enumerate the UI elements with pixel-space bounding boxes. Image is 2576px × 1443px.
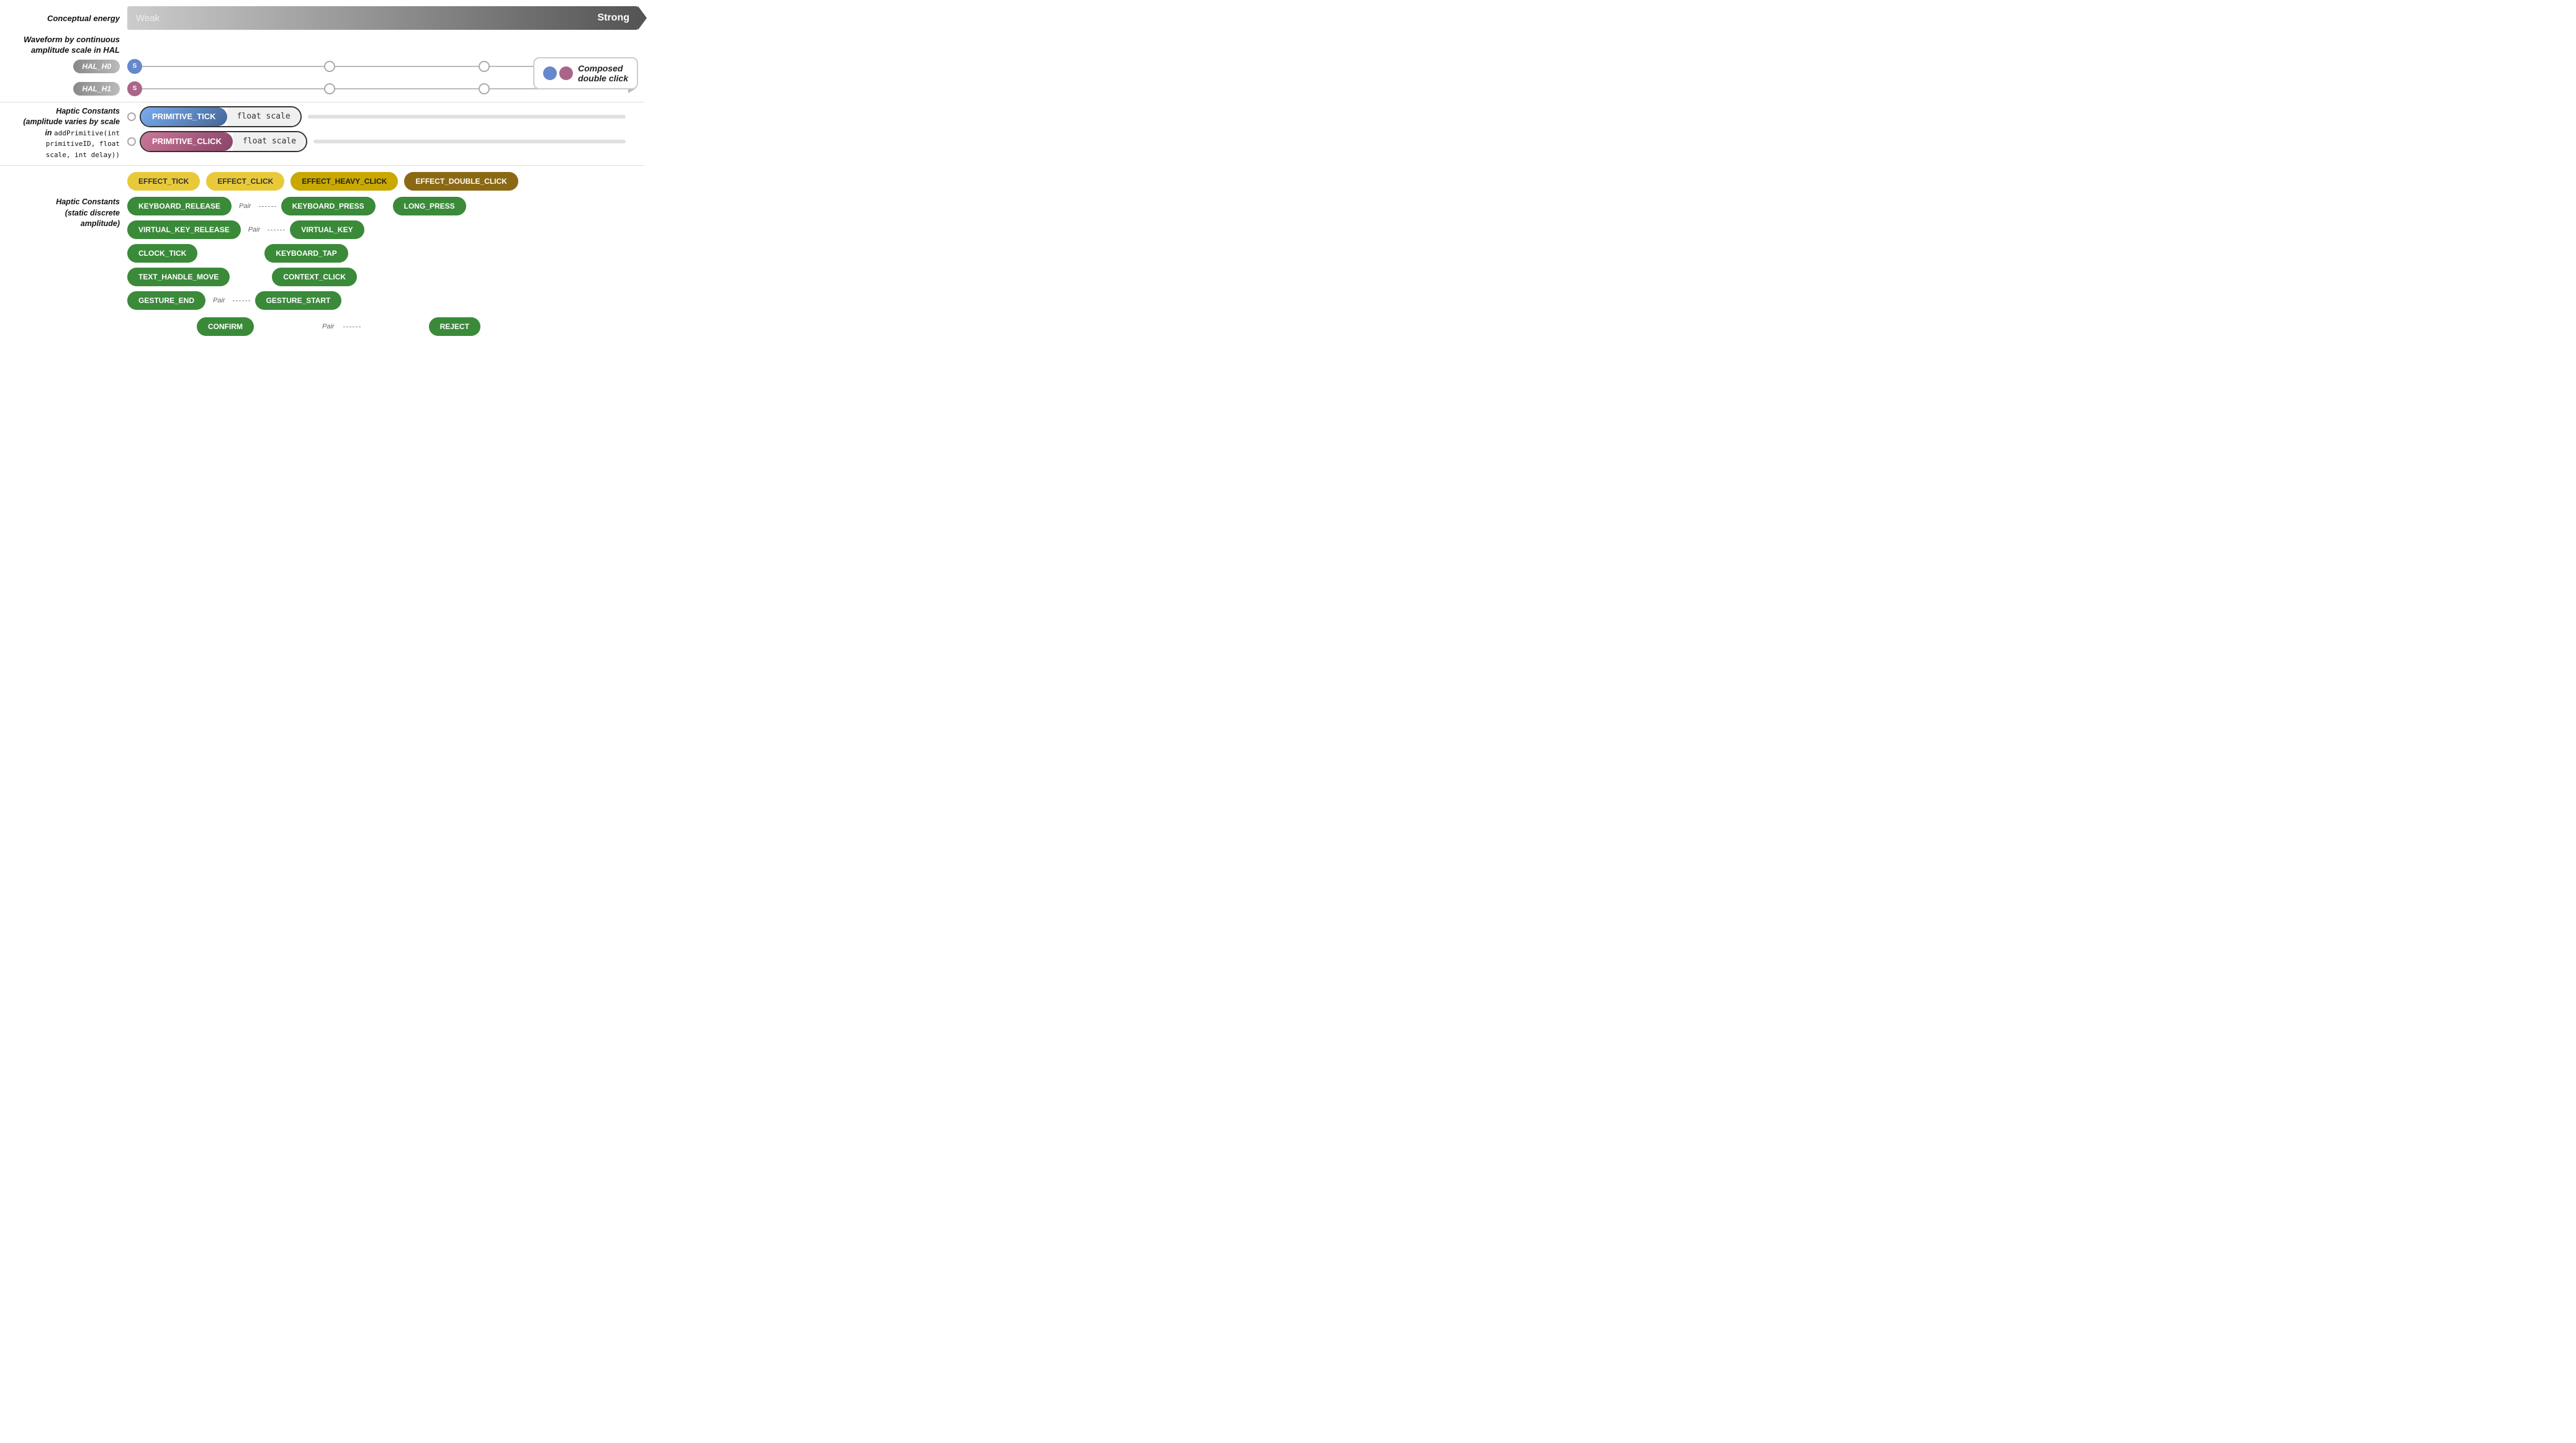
weak-label: Weak xyxy=(136,13,160,24)
haptic-discrete-content: EFFECT_TICK EFFECT_CLICK EFFECT_HEAVY_CL… xyxy=(127,172,644,336)
hal-h0-mid xyxy=(324,61,335,72)
primitive-tick-scale: float scale xyxy=(227,107,300,126)
primitive-click-toggle[interactable] xyxy=(127,137,136,146)
haptic-discrete-label: Haptic Constants(static discreteamplitud… xyxy=(6,172,127,336)
hal-h0-pill: HAL_H0 xyxy=(73,60,120,73)
gesture-start-pill[interactable]: GESTURE_START xyxy=(255,291,342,310)
effect-row: EFFECT_TICK EFFECT_CLICK EFFECT_HEAVY_CL… xyxy=(127,172,644,191)
confirm-reject-row: CONFIRM Pair REJECT xyxy=(127,317,644,336)
waveform-section: Waveform by continuous amplitude scale i… xyxy=(0,35,644,56)
hal-h1-mid xyxy=(324,83,335,94)
keyboard-release-pill[interactable]: KEYBOARD_RELEASE xyxy=(127,197,232,215)
dot-pink xyxy=(559,66,573,80)
virtual-key-row: VIRTUAL_KEY_RELEASE Pair VIRTUAL_KEY xyxy=(127,220,644,239)
pair-label-confirm: Pair xyxy=(322,323,335,330)
long-press-pill[interactable]: LONG_PRESS xyxy=(393,197,466,215)
keyboard-press-pill[interactable]: KEYBOARD_PRESS xyxy=(281,197,376,215)
energy-label: Conceptual energy xyxy=(6,14,127,23)
pair-label-1: Pair xyxy=(239,202,251,210)
reject-pill[interactable]: REJECT xyxy=(429,317,480,336)
hal-h0-end xyxy=(479,61,490,72)
keyboard-row: KEYBOARD_RELEASE Pair KEYBOARD_PRESS LON… xyxy=(127,197,644,215)
primitive-tick-track xyxy=(308,115,626,119)
primitive-click-pill: PRIMITIVE_CLICK float scale xyxy=(140,131,307,152)
haptic-continuous-label: Haptic Constants (amplitude varies by sc… xyxy=(6,106,127,161)
waveform-label: Waveform by continuous amplitude scale i… xyxy=(6,35,127,56)
primitive-click-name: PRIMITIVE_CLICK xyxy=(141,132,233,151)
primitive-tick-toggle[interactable] xyxy=(127,112,136,121)
clock-row: CLOCK_TICK KEYBOARD_TAP xyxy=(127,244,644,263)
clock-tick-pill[interactable]: CLOCK_TICK xyxy=(127,244,197,263)
effect-tick-pill[interactable]: EFFECT_TICK xyxy=(127,172,200,191)
pair-line-1 xyxy=(259,206,276,207)
dot-blue xyxy=(543,66,557,80)
energy-bar: Weak Strong xyxy=(127,6,638,30)
haptic-continuous-label-area: Haptic Constants (amplitude varies by sc… xyxy=(6,106,644,161)
pair-label-5: Pair xyxy=(213,297,225,304)
hal-h0-label-area: HAL_H0 xyxy=(6,60,127,73)
virtual-key-pill[interactable]: VIRTUAL_KEY xyxy=(290,220,364,239)
green-rows: KEYBOARD_RELEASE Pair KEYBOARD_PRESS LON… xyxy=(127,197,644,336)
effect-heavy-click-pill[interactable]: EFFECT_HEAVY_CLICK xyxy=(290,172,398,191)
keyboard-tap-pill[interactable]: KEYBOARD_TAP xyxy=(264,244,348,263)
confirm-pill[interactable]: CONFIRM xyxy=(197,317,254,336)
energy-section: Conceptual energy Weak Strong xyxy=(0,6,644,30)
primitive-tick-row: PRIMITIVE_TICK float scale xyxy=(127,106,626,127)
text-handle-move-pill[interactable]: TEXT_HANDLE_MOVE xyxy=(127,268,230,286)
haptic-continuous-section: Haptic Constants (amplitude varies by sc… xyxy=(0,102,644,161)
primitive-click-track xyxy=(313,140,626,143)
hal-section: HAL_H0 S HAL_H1 S xyxy=(0,57,644,98)
virtual-key-release-pill[interactable]: VIRTUAL_KEY_RELEASE xyxy=(127,220,241,239)
haptic-primitives: PRIMITIVE_TICK float scale PRIMITIVE_CLI… xyxy=(127,106,644,152)
hal-h1-pill: HAL_H1 xyxy=(73,82,120,96)
gesture-row: GESTURE_END Pair GESTURE_START xyxy=(127,291,644,310)
primitive-click-scale: float scale xyxy=(233,132,306,151)
primitive-click-row: PRIMITIVE_CLICK float scale xyxy=(127,131,626,152)
hal-h0-start: S xyxy=(127,59,142,74)
effect-click-pill[interactable]: EFFECT_CLICK xyxy=(206,172,284,191)
hal-h1-start: S xyxy=(127,81,142,96)
primitive-tick-name: PRIMITIVE_TICK xyxy=(141,107,227,126)
effect-double-click-pill[interactable]: EFFECT_DOUBLE_CLICK xyxy=(404,172,518,191)
hal-h1-end xyxy=(479,83,490,94)
composed-badge: Composed double click xyxy=(533,57,638,89)
strong-label: Strong xyxy=(597,12,629,24)
hal-h1-label-area: HAL_H1 xyxy=(6,82,127,96)
gesture-end-pill[interactable]: GESTURE_END xyxy=(127,291,205,310)
composed-label: Composed double click xyxy=(578,63,628,83)
haptic-discrete-section: Haptic Constants(static discreteamplitud… xyxy=(0,165,644,336)
primitive-tick-pill: PRIMITIVE_TICK float scale xyxy=(140,106,302,127)
page: Conceptual energy Weak Strong Waveform b… xyxy=(0,0,644,361)
pair-label-2: Pair xyxy=(248,226,261,233)
text-handle-row: TEXT_HANDLE_MOVE CONTEXT_CLICK xyxy=(127,268,644,286)
composed-dots xyxy=(543,66,573,80)
context-click-pill[interactable]: CONTEXT_CLICK xyxy=(272,268,357,286)
